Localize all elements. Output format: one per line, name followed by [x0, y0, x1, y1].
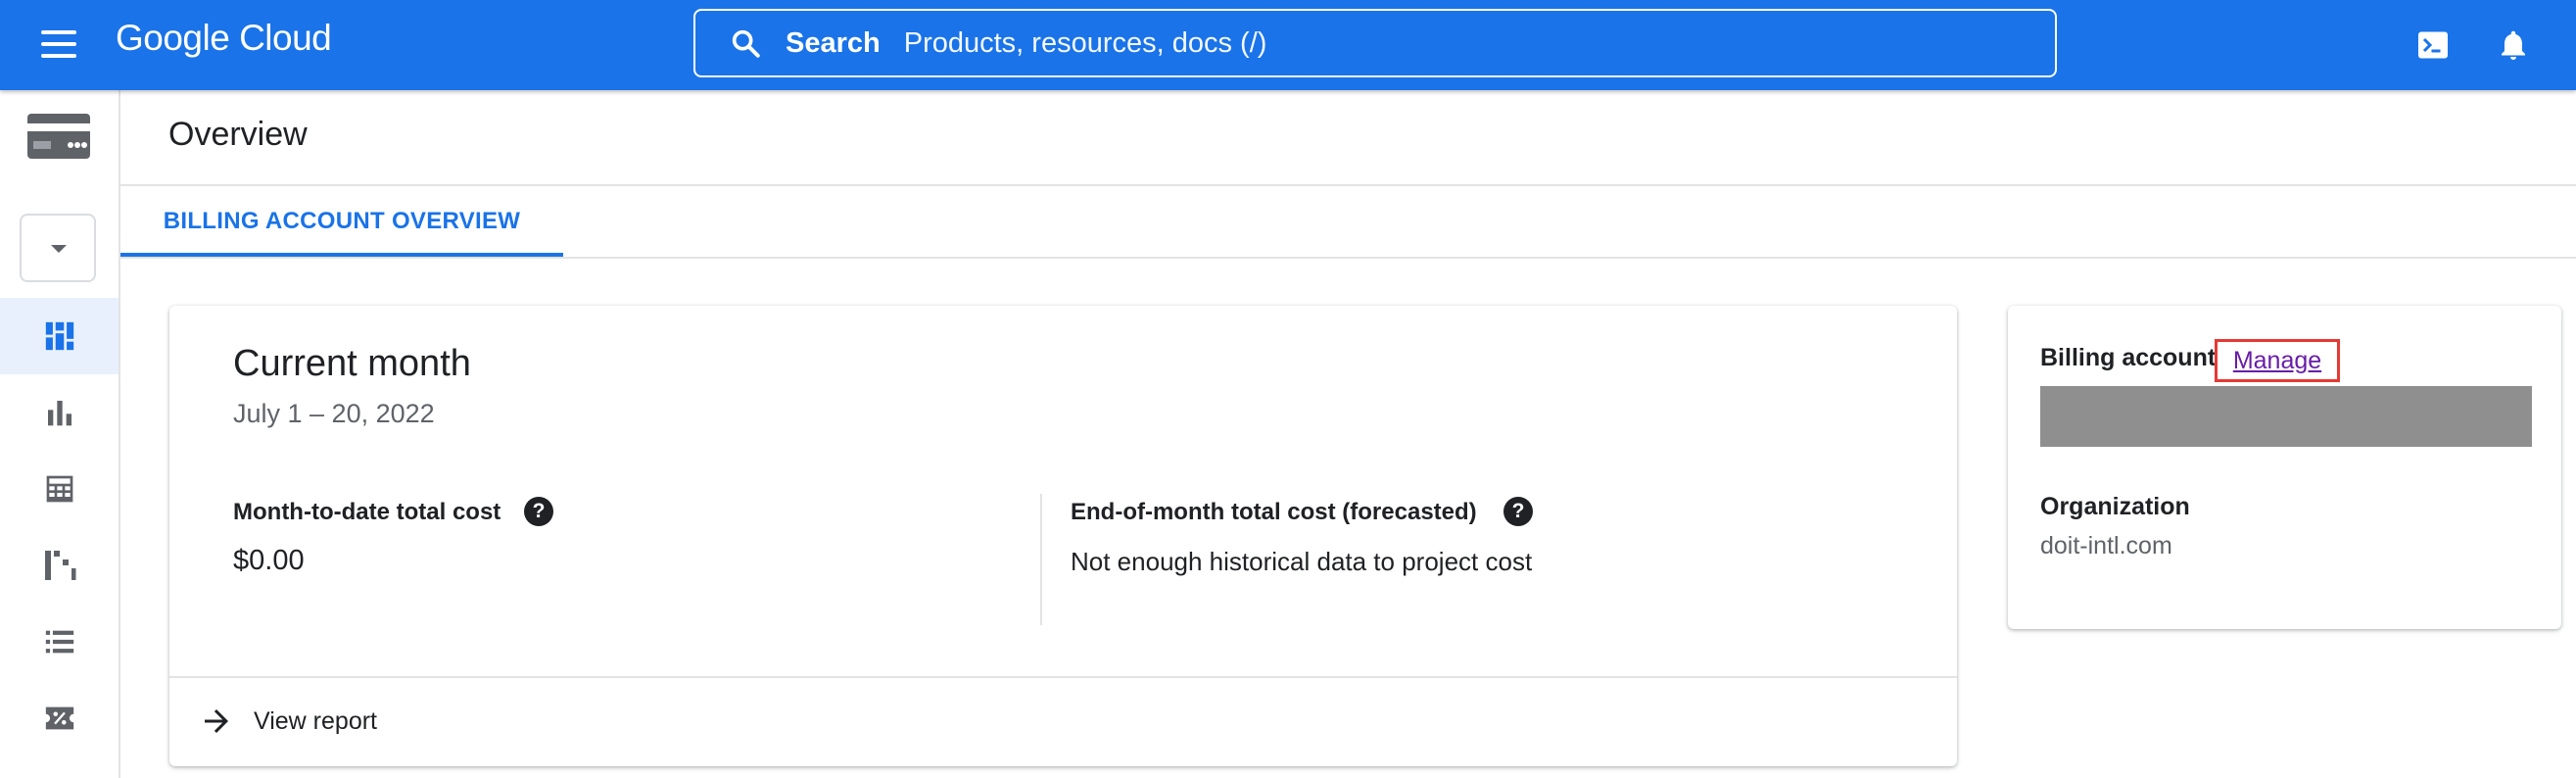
view-report-label: View report — [254, 706, 377, 735]
search-bar[interactable]: Search — [693, 9, 2057, 77]
billing-account-card: Billing account Manage Organization doit… — [2008, 306, 2561, 629]
nav-cost-table[interactable] — [0, 451, 119, 527]
billing-account-selector[interactable] — [20, 214, 96, 282]
calculator-icon — [46, 475, 72, 503]
overview-icon — [45, 321, 73, 351]
nav-transactions[interactable] — [0, 604, 119, 680]
page-title: Overview — [168, 116, 308, 153]
tab-billing-account-overview[interactable]: BILLING ACCOUNT OVERVIEW — [120, 186, 563, 257]
organization-value: doit-intl.com — [2040, 532, 2172, 559]
organization-label: Organization — [2040, 493, 2190, 520]
google-cloud-logo[interactable]: Google Cloud — [116, 18, 332, 59]
tab-divider — [120, 257, 2576, 259]
notifications-icon[interactable] — [2496, 27, 2531, 63]
date-range: July 1 – 20, 2022 — [233, 399, 435, 428]
billing-card-icon — [27, 114, 90, 159]
menu-icon[interactable] — [29, 24, 88, 67]
mtd-cost-label: Month-to-date total cost — [233, 499, 501, 525]
manage-link[interactable]: Manage — [2233, 347, 2321, 375]
reports-icon — [47, 401, 72, 426]
search-input[interactable] — [903, 26, 1981, 60]
eom-cost-value: Not enough historical data to project co… — [1071, 547, 1533, 576]
card-title: Current month — [233, 343, 471, 384]
redacted-account-id — [2040, 386, 2532, 447]
nav-budgets[interactable] — [0, 527, 119, 604]
search-icon — [732, 29, 760, 58]
left-nav-rail — [0, 90, 120, 778]
nav-overview[interactable] — [0, 298, 119, 374]
card-footer-divider — [169, 676, 1957, 678]
eom-cost-label: End-of-month total cost (forecasted) — [1071, 499, 1477, 525]
arrow-forward-icon — [205, 709, 228, 733]
billing-account-label: Billing account — [2040, 344, 2217, 371]
discount-icon — [45, 706, 73, 730]
list-icon — [45, 630, 73, 654]
caret-down-icon — [51, 245, 67, 253]
budgets-icon — [44, 551, 75, 580]
mtd-cost-value: $0.00 — [233, 545, 305, 576]
nav-reports[interactable] — [0, 374, 119, 451]
search-label: Search — [786, 26, 881, 59]
top-app-bar: Google Cloud Search — [0, 0, 2576, 90]
manage-link-highlight[interactable]: Manage — [2215, 339, 2340, 382]
view-report-link[interactable]: View report — [199, 678, 377, 764]
current-month-card: Current month July 1 – 20, 2022 Month-to… — [169, 306, 1957, 766]
nav-commitments[interactable] — [0, 680, 119, 756]
metric-divider — [1040, 494, 1042, 625]
help-icon[interactable]: ? — [524, 497, 553, 526]
help-icon[interactable]: ? — [1503, 497, 1533, 526]
cloud-shell-icon[interactable] — [2415, 27, 2451, 63]
